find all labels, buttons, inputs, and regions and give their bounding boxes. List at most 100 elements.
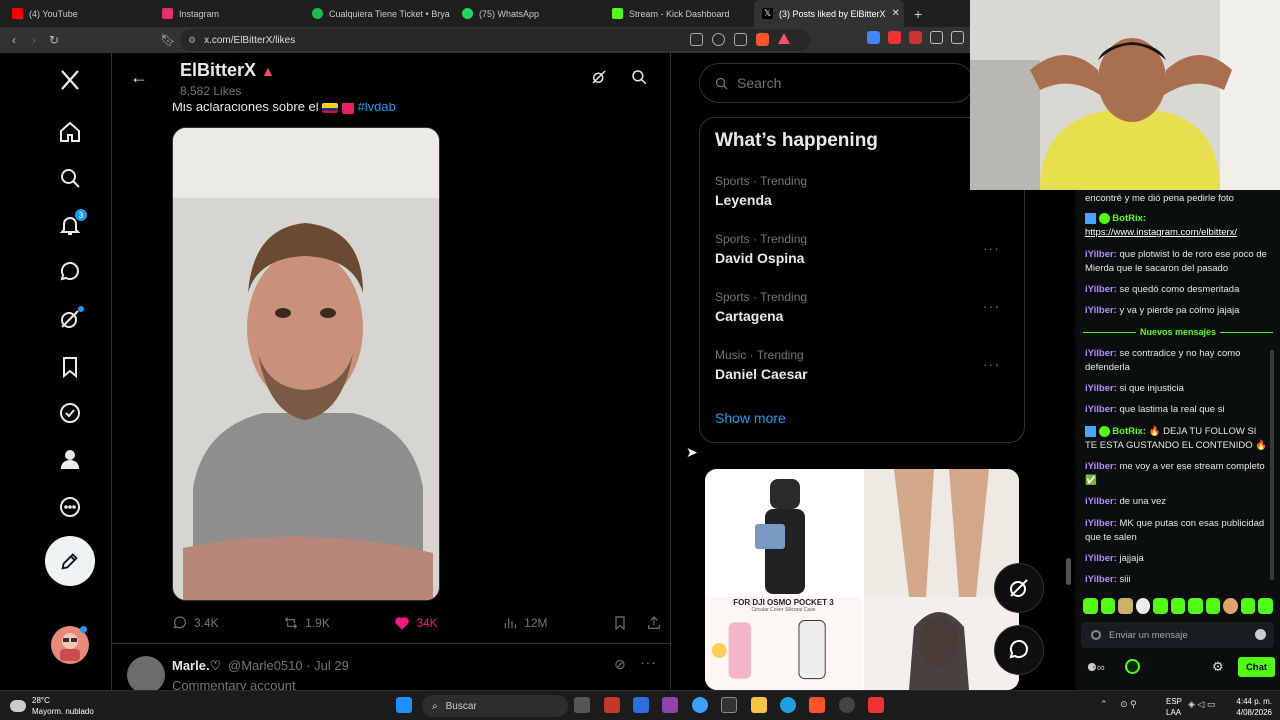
edge-icon[interactable] (780, 697, 796, 713)
obs-icon[interactable] (839, 697, 855, 713)
emote-icon[interactable] (1135, 598, 1151, 614)
chat-input[interactable]: Enviar un mensaje (1081, 622, 1274, 648)
messages-icon[interactable] (57, 259, 83, 285)
search-header-icon[interactable] (630, 68, 648, 91)
explore-search-icon[interactable] (57, 165, 83, 191)
views-button[interactable]: 12M (502, 615, 547, 631)
chat-send-button[interactable]: Chat (1238, 657, 1275, 677)
app-red-icon[interactable] (604, 697, 620, 713)
tray-icons[interactable]: ⊙ ⚲ (1120, 699, 1137, 710)
brave-rewards-icon[interactable] (778, 33, 790, 44)
emote-icon[interactable] (1240, 598, 1256, 614)
extensions-puzzle-icon[interactable] (930, 31, 943, 44)
page-scrollbar[interactable] (1066, 558, 1071, 585)
forward-icon[interactable]: › (24, 33, 44, 47)
chat-tools-icon[interactable]: ⚈∞ (1087, 661, 1105, 674)
show-more-link[interactable]: Show more (715, 410, 786, 426)
emote-icon[interactable] (1083, 598, 1098, 614)
ad-banner[interactable]: FOR DJI OSMO POCKET 3 Circular Cover Sil… (705, 469, 1019, 690)
trend-item[interactable]: Sports · Trending David Ospina ··· (715, 232, 1015, 280)
terminal-icon[interactable] (721, 697, 737, 713)
grok-icon[interactable] (57, 306, 84, 332)
emote-icon[interactable] (1170, 598, 1186, 614)
extension-red-icon[interactable] (888, 31, 901, 44)
browser-tab[interactable]: Instagram (154, 0, 304, 27)
emote-icon[interactable] (1188, 598, 1203, 614)
site-info-icon[interactable]: ⚙ (188, 35, 196, 46)
grok-float-button[interactable] (994, 563, 1044, 613)
browser-tab-active[interactable]: 𝕏 (3) Posts liked by ElBitterX ✕ (754, 0, 904, 27)
trend-more-icon[interactable]: ··· (983, 298, 1000, 314)
repost-button[interactable]: 1.9K (283, 615, 330, 631)
tweet-author-avatar[interactable] (127, 656, 165, 694)
bookmarks-icon[interactable] (57, 354, 83, 380)
browser-tab[interactable]: (75) WhatsApp (454, 0, 604, 27)
taskbar-search[interactable]: ⌕ Buscar (422, 695, 568, 717)
grok-explain-icon[interactable]: ⊘ (614, 656, 626, 673)
chat-settings-icon[interactable]: ⚙ (1212, 659, 1224, 675)
share-icon[interactable] (646, 615, 662, 631)
back-icon[interactable]: ‹ (4, 33, 24, 47)
emote-icon[interactable] (1153, 598, 1168, 614)
bookmark-icon[interactable] (612, 615, 628, 631)
trend-more-icon[interactable]: ··· (983, 240, 1000, 256)
account-avatar[interactable] (51, 626, 89, 664)
trend-item[interactable]: Music · Trending Daniel Caesar ··· (715, 348, 1015, 396)
app-taskbar-icon[interactable] (868, 697, 884, 713)
verified-badge-icon (1098, 425, 1110, 437)
verified-icon[interactable] (57, 400, 83, 426)
task-view-icon[interactable] (574, 697, 590, 713)
snipping-icon[interactable] (662, 697, 678, 713)
profile-icon[interactable] (57, 446, 83, 472)
file-explorer-icon[interactable] (751, 697, 767, 713)
next-tweet[interactable]: Marle.♡ @Marle0510 · Jul 29 Commentary a… (112, 643, 670, 694)
trend-item[interactable]: Sports · Trending Cartagena ··· (715, 290, 1015, 338)
network-volume-battery-icons[interactable]: ◈ ◁ ▭ (1188, 699, 1215, 710)
bookmark-page-icon[interactable]: 🔖︎ (158, 33, 178, 47)
media-controls-icon[interactable] (951, 31, 964, 44)
close-tab-icon[interactable]: ✕ (892, 8, 900, 19)
weather-widget[interactable]: 28°C Mayorm. nublado (10, 695, 94, 717)
tray-chevron-icon[interactable]: ⌃ (1100, 699, 1108, 710)
store-icon[interactable] (633, 697, 649, 713)
chat-scrollbar[interactable] (1270, 350, 1274, 580)
start-windows-icon[interactable] (396, 697, 412, 713)
more-icon[interactable] (57, 494, 83, 520)
clock[interactable]: 4:44 p. m. 4/08/2026 (1224, 696, 1272, 718)
messages-float-button[interactable] (994, 625, 1044, 675)
cast-icon[interactable] (734, 33, 747, 46)
new-tab-button[interactable]: + (914, 6, 922, 22)
translate-icon[interactable] (690, 33, 703, 46)
reply-button[interactable]: 3.4K (172, 615, 219, 631)
trend-more-icon[interactable]: ··· (983, 356, 1000, 372)
zoom-icon[interactable] (712, 33, 725, 46)
emote-icon[interactable] (1258, 598, 1274, 614)
emote-icon[interactable] (1223, 598, 1238, 614)
emote-icon[interactable] (1118, 598, 1133, 614)
language-indicator[interactable]: ESP LAA (1166, 696, 1182, 718)
copilot-icon[interactable] (692, 697, 708, 713)
notifications-bell-icon[interactable]: 3 (57, 209, 87, 238)
like-button[interactable]: 34K (394, 615, 438, 631)
kick-points-icon[interactable] (1125, 659, 1140, 674)
emote-icon[interactable] (1100, 598, 1116, 614)
compose-post-button[interactable] (45, 536, 95, 586)
extension-translate-icon[interactable] (867, 31, 880, 44)
extension-m-icon[interactable] (909, 31, 922, 44)
brave-icon[interactable] (809, 697, 825, 713)
back-arrow-icon[interactable]: ← (130, 67, 148, 88)
grok-header-icon[interactable] (590, 68, 608, 91)
home-icon[interactable] (57, 119, 83, 145)
browser-tab[interactable]: (4) YouTube (4, 0, 154, 27)
brave-shield-icon[interactable] (756, 33, 769, 46)
search-input[interactable]: Search (699, 63, 974, 103)
emoji-picker-icon[interactable] (1255, 629, 1266, 640)
browser-tab[interactable]: Stream - Kick Dashboard (604, 0, 754, 27)
tweet-video[interactable] (172, 127, 440, 601)
browser-tab[interactable]: Cualquiera Tiene Ticket • Brya (304, 0, 454, 27)
tweet-author-name[interactable]: Marle.♡ (172, 658, 221, 674)
emote-icon[interactable] (1205, 598, 1221, 614)
x-logo-icon[interactable] (57, 67, 83, 93)
more-options-icon[interactable]: ··· (640, 654, 657, 670)
reload-icon[interactable]: ↻ (44, 33, 64, 47)
